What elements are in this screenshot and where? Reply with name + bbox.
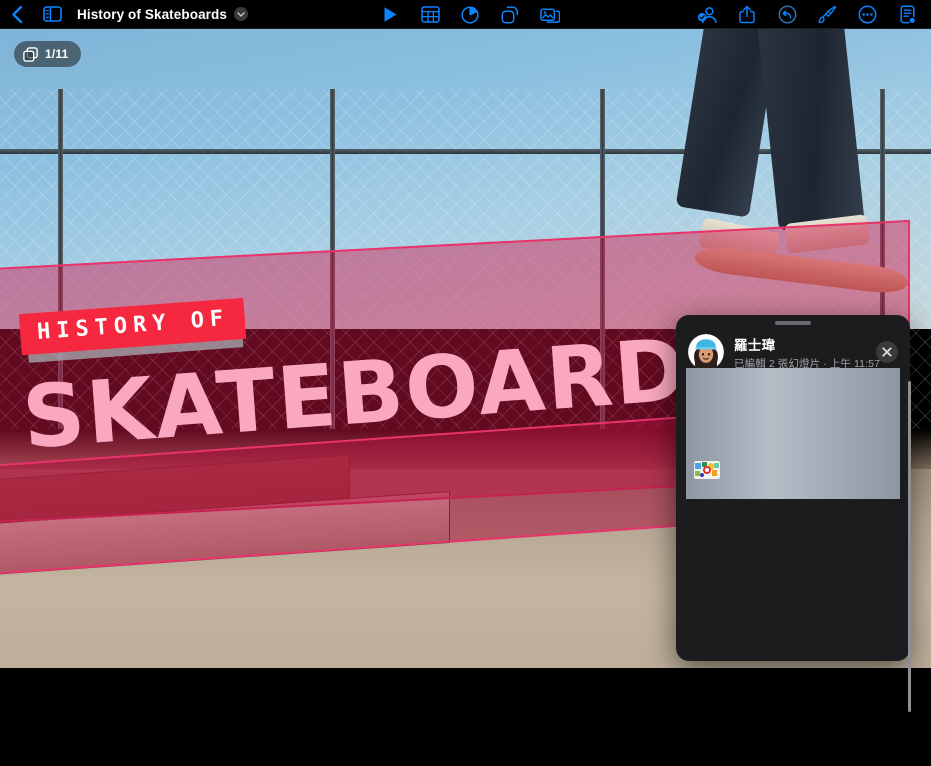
- slide-title-line1-text: HISTORY OF: [36, 306, 230, 345]
- more-button[interactable]: [847, 0, 887, 29]
- collaborate-button[interactable]: [687, 0, 727, 29]
- table-icon: [421, 6, 440, 23]
- share-button[interactable]: [727, 0, 767, 29]
- avatar: [688, 334, 724, 370]
- chart-pie-icon: [461, 6, 479, 24]
- title-menu-button[interactable]: [234, 7, 248, 21]
- toolbar-center-tools: [370, 0, 570, 29]
- slide-counter-badge[interactable]: 1/11: [14, 41, 81, 67]
- sidebar-toggle-button[interactable]: [34, 0, 70, 29]
- vertical-scrollbar[interactable]: [908, 381, 911, 712]
- paintbrush-icon: [818, 5, 837, 24]
- memoji-avatar-icon: [688, 334, 724, 370]
- ellipsis-circle-icon: [858, 5, 877, 24]
- format-button[interactable]: [807, 0, 847, 29]
- undo-icon: [778, 5, 797, 24]
- undo-button[interactable]: [767, 0, 807, 29]
- insert-shape-button[interactable]: [490, 0, 530, 29]
- popover-author-meta: 羅士瑋 已編輯 2 張幻燈片 · 上午 11:57: [734, 334, 876, 371]
- share-up-icon: [739, 5, 755, 24]
- close-button[interactable]: [876, 341, 898, 363]
- close-icon: [882, 347, 892, 357]
- chevron-left-icon: [11, 5, 23, 24]
- author-name: 羅士瑋: [734, 334, 876, 354]
- chevron-down-icon: [237, 12, 245, 17]
- activity-change-moved-shape[interactable]: 已移動形狀: [686, 405, 900, 440]
- insert-chart-button[interactable]: [450, 0, 490, 29]
- insert-media-button[interactable]: [530, 0, 570, 29]
- drag-handle[interactable]: [775, 321, 811, 325]
- play-icon: [383, 6, 398, 23]
- document-badge-icon: [899, 5, 916, 24]
- activity-list: 幻燈片 1 已移動形狀: [686, 368, 900, 499]
- media-icon: [540, 6, 560, 23]
- activity-group-slide-1: 幻燈片 1 已移動形狀: [686, 368, 900, 440]
- toolbar: History of Skateboards: [0, 0, 931, 29]
- slide-counter-text: 1/11: [45, 47, 69, 61]
- play-button[interactable]: [370, 0, 410, 29]
- insert-table-button[interactable]: [410, 0, 450, 29]
- person-badge-icon: [697, 6, 718, 24]
- back-button[interactable]: [0, 0, 34, 29]
- document-options-button[interactable]: [887, 0, 927, 29]
- shapes-icon: [501, 6, 520, 24]
- shape-strip-thumbnail: [700, 421, 720, 425]
- toolbar-right-tools: [687, 0, 927, 29]
- slide-5-thumbnail: [694, 461, 720, 479]
- keynote-window: History of Skateboards: [0, 0, 931, 766]
- document-title[interactable]: History of Skateboards: [77, 7, 227, 22]
- sidebar-icon: [43, 6, 62, 22]
- activity-popover: 羅士瑋 已編輯 2 張幻燈片 · 上午 11:57 幻燈片 1: [676, 315, 910, 661]
- slides-stack-icon: [23, 47, 38, 62]
